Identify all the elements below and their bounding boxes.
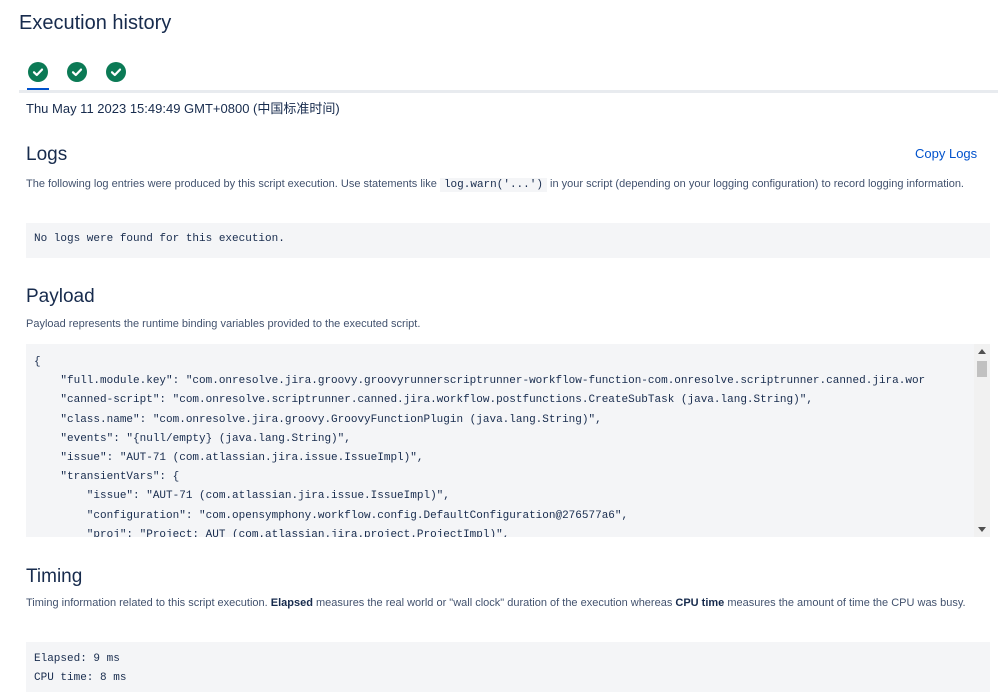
payload-code: { "full.module.key": "com.onresolve.jira…	[26, 344, 990, 537]
tabs-divider	[19, 90, 998, 93]
check-icon	[28, 62, 48, 82]
payload-line: {	[34, 353, 982, 372]
scroll-up-icon[interactable]	[978, 349, 986, 354]
logs-output: No logs were found for this execution.	[26, 223, 990, 258]
timing-desc-text: measures the amount of time the CPU was …	[724, 597, 965, 609]
payload-line: "events": "{null/empty} (java.lang.Strin…	[34, 430, 982, 449]
payload-heading: Payload	[26, 286, 95, 308]
timing-description: Timing information related to this scrip…	[26, 595, 986, 611]
payload-scrollbar[interactable]	[974, 344, 990, 537]
execution-tab-1[interactable]	[27, 61, 49, 83]
payload-line: "transientVars": {	[34, 468, 982, 487]
payload-line: "issue": "AUT-71 (com.atlassian.jira.iss…	[34, 487, 982, 506]
execution-timestamp: Thu May 11 2023 15:49:49 GMT+0800 (中国标准时…	[26, 98, 340, 117]
scroll-down-icon[interactable]	[978, 527, 986, 532]
check-icon	[67, 62, 87, 82]
scrollbar-thumb[interactable]	[977, 361, 987, 377]
payload-description: Payload represents the runtime binding v…	[26, 315, 986, 334]
logs-desc-code: log.warn('...')	[440, 178, 547, 192]
payload-line: "issue": "AUT-71 (com.atlassian.jira.iss…	[34, 449, 982, 468]
timing-desc-text: Timing information related to this scrip…	[26, 597, 271, 609]
logs-description: The following log entries were produced …	[26, 175, 986, 195]
check-icon	[106, 62, 126, 82]
timing-desc-cpu: CPU time	[675, 597, 724, 609]
page-title: Execution history	[19, 12, 171, 35]
payload-line: "proj": "Project: AUT (com.atlassian.jir…	[34, 526, 982, 537]
copy-logs-link[interactable]: Copy Logs	[915, 146, 977, 161]
payload-code-text: { "full.module.key": "com.onresolve.jira…	[34, 353, 982, 537]
payload-line: "canned-script": "com.onresolve.scriptru…	[34, 391, 982, 410]
logs-heading: Logs	[26, 144, 67, 166]
payload-line: "full.module.key": "com.onresolve.jira.g…	[34, 372, 982, 391]
timing-desc-elapsed: Elapsed	[271, 597, 313, 609]
elapsed-value: Elapsed: 9 ms	[34, 650, 982, 669]
timing-desc-text: measures the real world or "wall clock" …	[313, 597, 675, 609]
logs-desc-text: The following log entries were produced …	[26, 178, 440, 190]
logs-desc-text-end: in your script (depending on your loggin…	[547, 178, 964, 190]
payload-line: "configuration": "com.opensymphony.workf…	[34, 507, 982, 526]
timing-output: Elapsed: 9 ms CPU time: 8 ms	[26, 642, 990, 692]
execution-tab-3[interactable]	[105, 61, 127, 83]
execution-tab-2[interactable]	[66, 61, 88, 83]
cpu-time-value: CPU time: 8 ms	[34, 669, 982, 688]
timing-heading: Timing	[26, 566, 82, 588]
payload-line: "class.name": "com.onresolve.jira.groovy…	[34, 411, 982, 430]
